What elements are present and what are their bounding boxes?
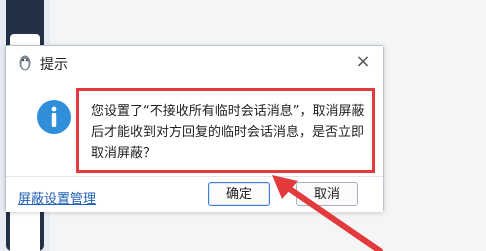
- dialog-titlebar: 提示 ×: [6, 46, 383, 79]
- block-settings-link[interactable]: 屏蔽设置管理: [18, 188, 96, 207]
- close-icon[interactable]: ×: [354, 53, 372, 71]
- info-icon: [37, 100, 71, 134]
- dialog-title: 提示: [40, 57, 68, 73]
- annotation-arrow-icon: [272, 175, 383, 251]
- qq-penguin-icon: [19, 55, 31, 71]
- dialog-body: 您设置了“不接收所有临时会话消息”，取消屏蔽后才能收到对方回复的临时会话消息，是…: [6, 79, 383, 179]
- dialog-message: 您设置了“不接收所有临时会话消息”，取消屏蔽后才能收到对方回复的临时会话消息，是…: [91, 104, 365, 161]
